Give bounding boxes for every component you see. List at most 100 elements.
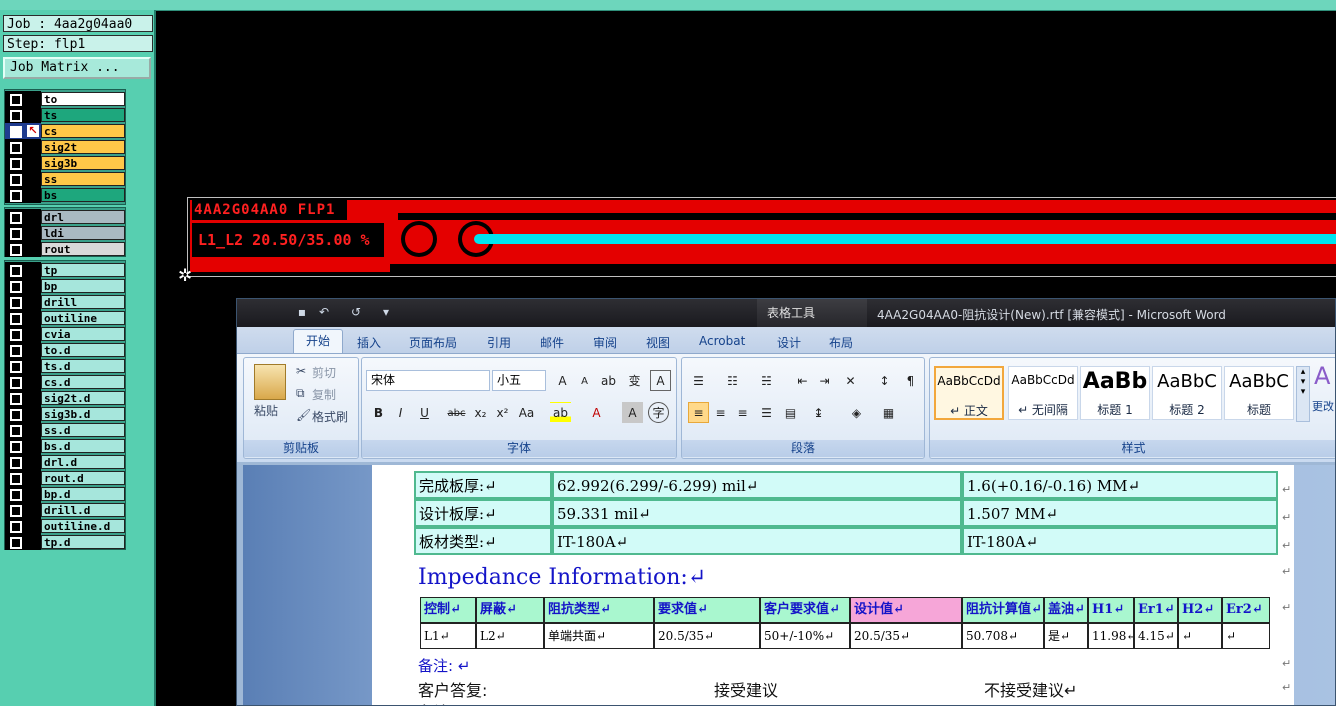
layer-checkbox[interactable]: [10, 441, 22, 453]
chinese-layout-icon[interactable]: ✕: [840, 370, 861, 391]
layer-checkbox[interactable]: [10, 361, 22, 373]
font-size-select[interactable]: 小五: [492, 370, 546, 391]
change-styles-icon[interactable]: A: [1314, 362, 1330, 390]
phonetic-guide-icon[interactable]: 变: [624, 370, 645, 391]
layer-name[interactable]: bs: [41, 188, 125, 202]
layer-checkbox[interactable]: [10, 505, 22, 517]
layer-name[interactable]: drill: [41, 295, 125, 309]
impedance-value-cell[interactable]: 11.98↵: [1088, 623, 1134, 649]
layer-name[interactable]: ldi: [41, 226, 125, 240]
character-shading-icon[interactable]: A: [622, 402, 643, 423]
layer-row-drl.d[interactable]: drl.d: [5, 454, 125, 470]
strikethrough-icon[interactable]: abc: [446, 402, 467, 423]
cut-icon[interactable]: ✂: [296, 364, 306, 378]
layer-row-cs.d[interactable]: cs.d: [5, 374, 125, 390]
layer-name[interactable]: bp: [41, 279, 125, 293]
layer-row-tp.d[interactable]: tp.d: [5, 534, 125, 550]
layer-name[interactable]: bs.d: [41, 439, 125, 453]
layer-checkbox[interactable]: [10, 297, 22, 309]
spec-cell[interactable]: 板材类型:↵: [414, 527, 552, 555]
layer-name[interactable]: ss.d: [41, 423, 125, 437]
layer-checkbox[interactable]: [10, 174, 22, 186]
layer-checkbox[interactable]: [10, 212, 22, 224]
impedance-value-cell[interactable]: ↵: [1178, 623, 1222, 649]
decrease-indent-icon[interactable]: ⇤: [792, 370, 813, 391]
align-left-icon[interactable]: ≡: [688, 402, 709, 423]
shrink-font-icon[interactable]: A: [574, 370, 595, 391]
document-page[interactable]: 完成板厚:↵ 62.992(6.299/-6.299) mil↵ 1.6(+0.16…: [372, 465, 1294, 705]
layer-checkbox[interactable]: [10, 377, 22, 389]
character-border-icon[interactable]: A: [650, 370, 671, 391]
layer-checkbox[interactable]: [10, 393, 22, 405]
layer-name[interactable]: outiline.d: [41, 519, 125, 533]
layer-row-drill.d[interactable]: drill.d: [5, 502, 125, 518]
layer-checkbox[interactable]: [10, 425, 22, 437]
layer-row-bs.d[interactable]: bs.d: [5, 438, 125, 454]
impedance-header-cell[interactable]: 阻抗类型↵: [544, 597, 654, 623]
layer-row-bs[interactable]: bs: [5, 187, 125, 203]
save-icon[interactable]: ▪: [295, 305, 309, 319]
style-normal[interactable]: AaBbCcDd ↵ 正文: [934, 366, 1004, 420]
layer-row-ss[interactable]: ss: [5, 171, 125, 187]
layer-name[interactable]: rout.d: [41, 471, 125, 485]
distributed-icon[interactable]: ▤: [780, 402, 801, 423]
layer-row-drill[interactable]: drill: [5, 294, 125, 310]
format-painter-button[interactable]: 格式刷: [312, 408, 348, 425]
impedance-header-cell[interactable]: 设计值↵: [850, 597, 962, 623]
layer-row-tp[interactable]: tp: [5, 262, 125, 278]
layer-name[interactable]: bp.d: [41, 487, 125, 501]
align-center-icon[interactable]: ≡: [710, 402, 731, 423]
paste-icon[interactable]: [254, 364, 286, 400]
layer-checkbox[interactable]: [10, 521, 22, 533]
impedance-header-cell[interactable]: 客户要求值↵: [760, 597, 850, 623]
redo-icon[interactable]: ↺: [349, 305, 363, 319]
layer-row-outiline[interactable]: outiline: [5, 310, 125, 326]
impedance-value-cell[interactable]: L2↵: [476, 623, 544, 649]
layer-row-cs[interactable]: ↖ cs: [5, 123, 125, 139]
reject-option[interactable]: 不接受建议↵: [984, 677, 1077, 701]
layer-row-outiline.d[interactable]: outiline.d: [5, 518, 125, 534]
tab-design[interactable]: 设计: [777, 334, 801, 351]
grow-font-icon[interactable]: A: [552, 370, 573, 391]
layer-name[interactable]: drl: [41, 210, 125, 224]
font-name-select[interactable]: 宋体: [366, 370, 490, 391]
accept-option[interactable]: 接受建议: [714, 677, 778, 701]
layer-row-sig2t[interactable]: sig2t: [5, 139, 125, 155]
layer-row-rout.d[interactable]: rout.d: [5, 470, 125, 486]
spec-cell[interactable]: 设计板厚:↵: [414, 499, 552, 527]
highlight-icon[interactable]: ab: [550, 402, 571, 423]
spec-cell[interactable]: IT-180A↵: [552, 527, 962, 555]
style-title[interactable]: AaBbC 标题: [1224, 366, 1294, 420]
bold-icon[interactable]: B: [368, 402, 389, 423]
layer-name[interactable]: ts.d: [41, 359, 125, 373]
shading-icon[interactable]: ◈: [846, 402, 867, 423]
style-no-spacing[interactable]: AaBbCcDd ↵ 无间隔: [1008, 366, 1078, 420]
layer-checkbox[interactable]: [10, 329, 22, 341]
spec-cell[interactable]: 完成板厚:↵: [414, 471, 552, 499]
impedance-value-cell[interactable]: 50+/-10%↵: [760, 623, 850, 649]
job-matrix-button[interactable]: Job Matrix ...: [3, 57, 151, 79]
superscript-icon[interactable]: x²: [492, 402, 513, 423]
impedance-trace[interactable]: [474, 234, 1336, 244]
layer-name[interactable]: sig2t: [41, 140, 125, 154]
tab-mailings[interactable]: 邮件: [540, 334, 564, 351]
bullets-icon[interactable]: ☰: [688, 370, 709, 391]
borders-icon[interactable]: ▦: [878, 402, 899, 423]
styles-scroll[interactable]: ▴ ▾ ▾: [1296, 366, 1310, 422]
layer-name[interactable]: rout: [41, 242, 125, 256]
layer-row-bp[interactable]: bp: [5, 278, 125, 294]
layer-row-ts.d[interactable]: ts.d: [5, 358, 125, 374]
layer-row-to.d[interactable]: to.d: [5, 342, 125, 358]
font-color-icon[interactable]: A: [586, 402, 607, 423]
layer-name[interactable]: to: [41, 92, 125, 106]
style-heading-2[interactable]: AaBbC 标题 2: [1152, 366, 1222, 420]
layer-row-rout[interactable]: rout: [5, 241, 125, 257]
layer-row-drl[interactable]: drl: [5, 209, 125, 225]
layer-checkbox[interactable]: [10, 142, 22, 154]
layer-row-sig2t.d[interactable]: sig2t.d: [5, 390, 125, 406]
impedance-value-cell[interactable]: 单端共面↵: [544, 623, 654, 649]
layer-checkbox[interactable]: [10, 345, 22, 357]
layer-row-cvia[interactable]: cvia: [5, 326, 125, 342]
layer-name[interactable]: drl.d: [41, 455, 125, 469]
cut-button[interactable]: 剪切: [312, 364, 336, 381]
